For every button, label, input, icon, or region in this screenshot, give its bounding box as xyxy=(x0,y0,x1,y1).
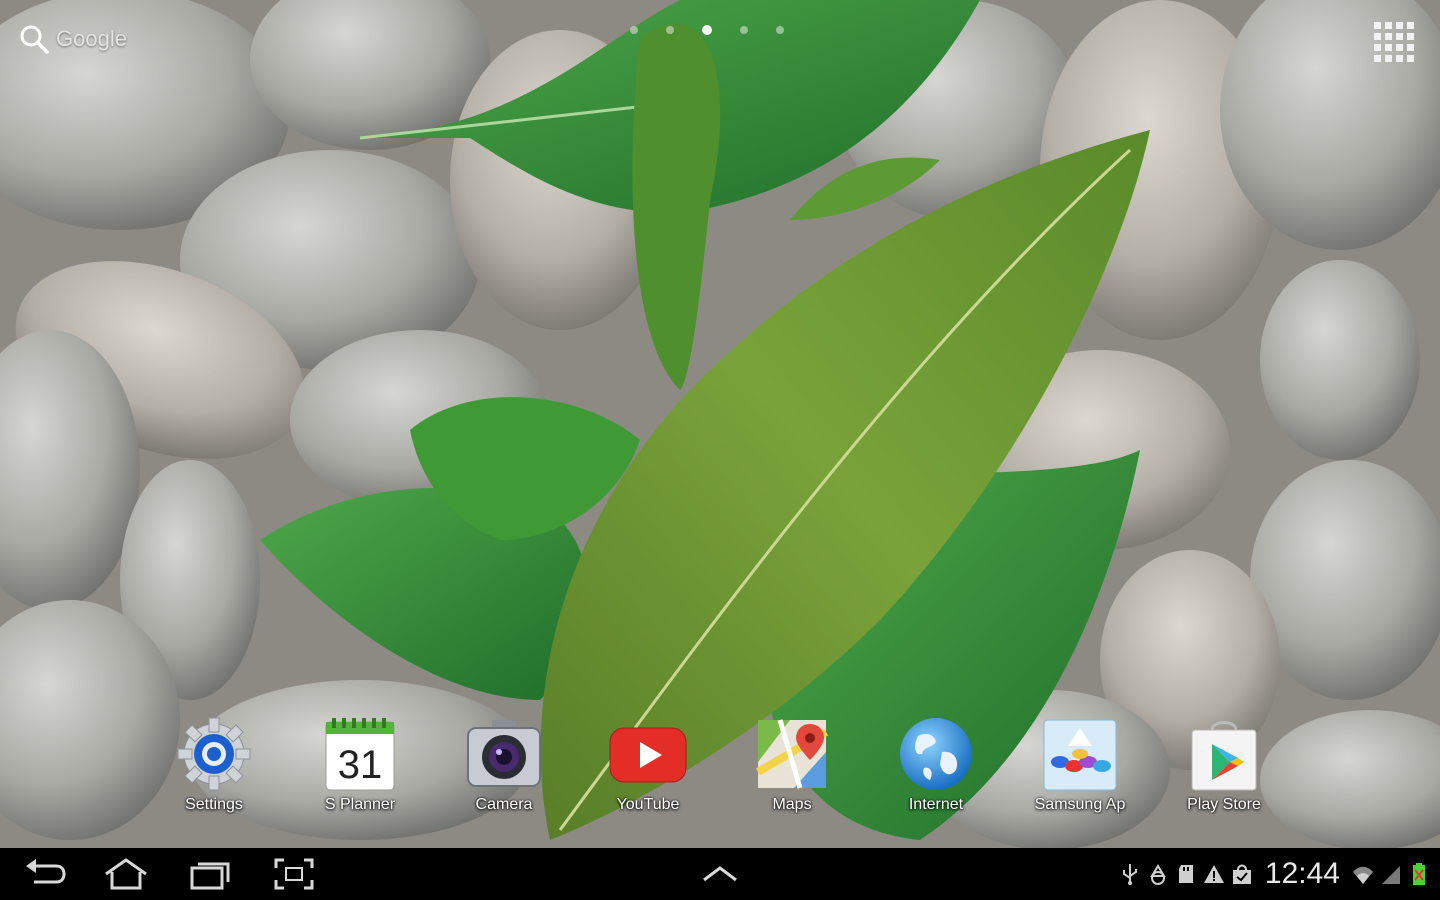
youtube-play-icon xyxy=(609,727,687,783)
app-label: Internet xyxy=(908,796,964,813)
app-camera[interactable]: Camera xyxy=(444,712,564,832)
app-label: Camera xyxy=(475,796,533,813)
app-settings[interactable]: Settings xyxy=(154,712,274,832)
app-label: Play Store xyxy=(1187,796,1261,813)
search-label: Google xyxy=(56,26,127,51)
clock: 12:44 xyxy=(1264,857,1340,890)
google-search-bar[interactable]: Google xyxy=(18,22,138,56)
app-label: Settings xyxy=(185,796,243,813)
app-samsung-apps[interactable]: Samsung Ap xyxy=(1020,712,1140,832)
screenshot-icon[interactable] xyxy=(270,856,318,892)
status-area[interactable]: 12:44 xyxy=(1119,848,1440,900)
apps-grid-icon[interactable] xyxy=(1370,18,1418,66)
wifi-icon xyxy=(1353,866,1373,884)
signal-icon xyxy=(1382,866,1400,884)
camera-icon xyxy=(467,720,541,787)
shopping-bag-icon xyxy=(1232,864,1251,884)
app-label: Samsung Ap xyxy=(1034,796,1126,813)
page-dot xyxy=(630,26,638,34)
sd-card-icon xyxy=(1178,865,1193,883)
app-label: S Planner xyxy=(324,796,396,813)
maps-icon xyxy=(755,719,829,789)
battery-icon xyxy=(1413,863,1425,885)
samsung-apps-icon xyxy=(1043,719,1117,791)
globe-icon xyxy=(900,718,972,790)
page-dot xyxy=(740,26,748,34)
calendar-day: 31 xyxy=(338,743,383,787)
app-youtube[interactable]: YouTube xyxy=(588,712,708,832)
home-shortcuts: Settings 31 S Planner Camera YouTube Map… xyxy=(0,712,1440,832)
app-maps[interactable]: Maps xyxy=(732,712,852,832)
play-store-icon xyxy=(1191,721,1257,791)
app-label: YouTube xyxy=(616,796,680,813)
page-indicator xyxy=(630,25,784,35)
home-icon[interactable] xyxy=(102,856,150,892)
system-navigation-bar: 12:44 xyxy=(0,848,1440,900)
chevron-up-icon[interactable] xyxy=(696,856,744,892)
app-internet[interactable]: Internet xyxy=(876,712,996,832)
app-play-store[interactable]: Play Store xyxy=(1164,712,1284,832)
back-icon[interactable] xyxy=(20,856,68,892)
recent-apps-icon[interactable] xyxy=(186,856,234,892)
top-bar: Google xyxy=(0,0,1440,80)
settings-gear-icon xyxy=(177,717,251,791)
usb-icon xyxy=(1122,864,1137,885)
app-label: Maps xyxy=(772,796,812,813)
search-icon xyxy=(20,25,49,54)
page-dot xyxy=(666,26,674,34)
page-dot xyxy=(702,25,712,35)
recycle-icon xyxy=(1150,864,1166,885)
page-dot xyxy=(776,26,784,34)
calendar-icon: 31 xyxy=(325,718,395,791)
warning-icon xyxy=(1203,865,1224,883)
app-s-planner[interactable]: 31 S Planner xyxy=(300,712,420,832)
